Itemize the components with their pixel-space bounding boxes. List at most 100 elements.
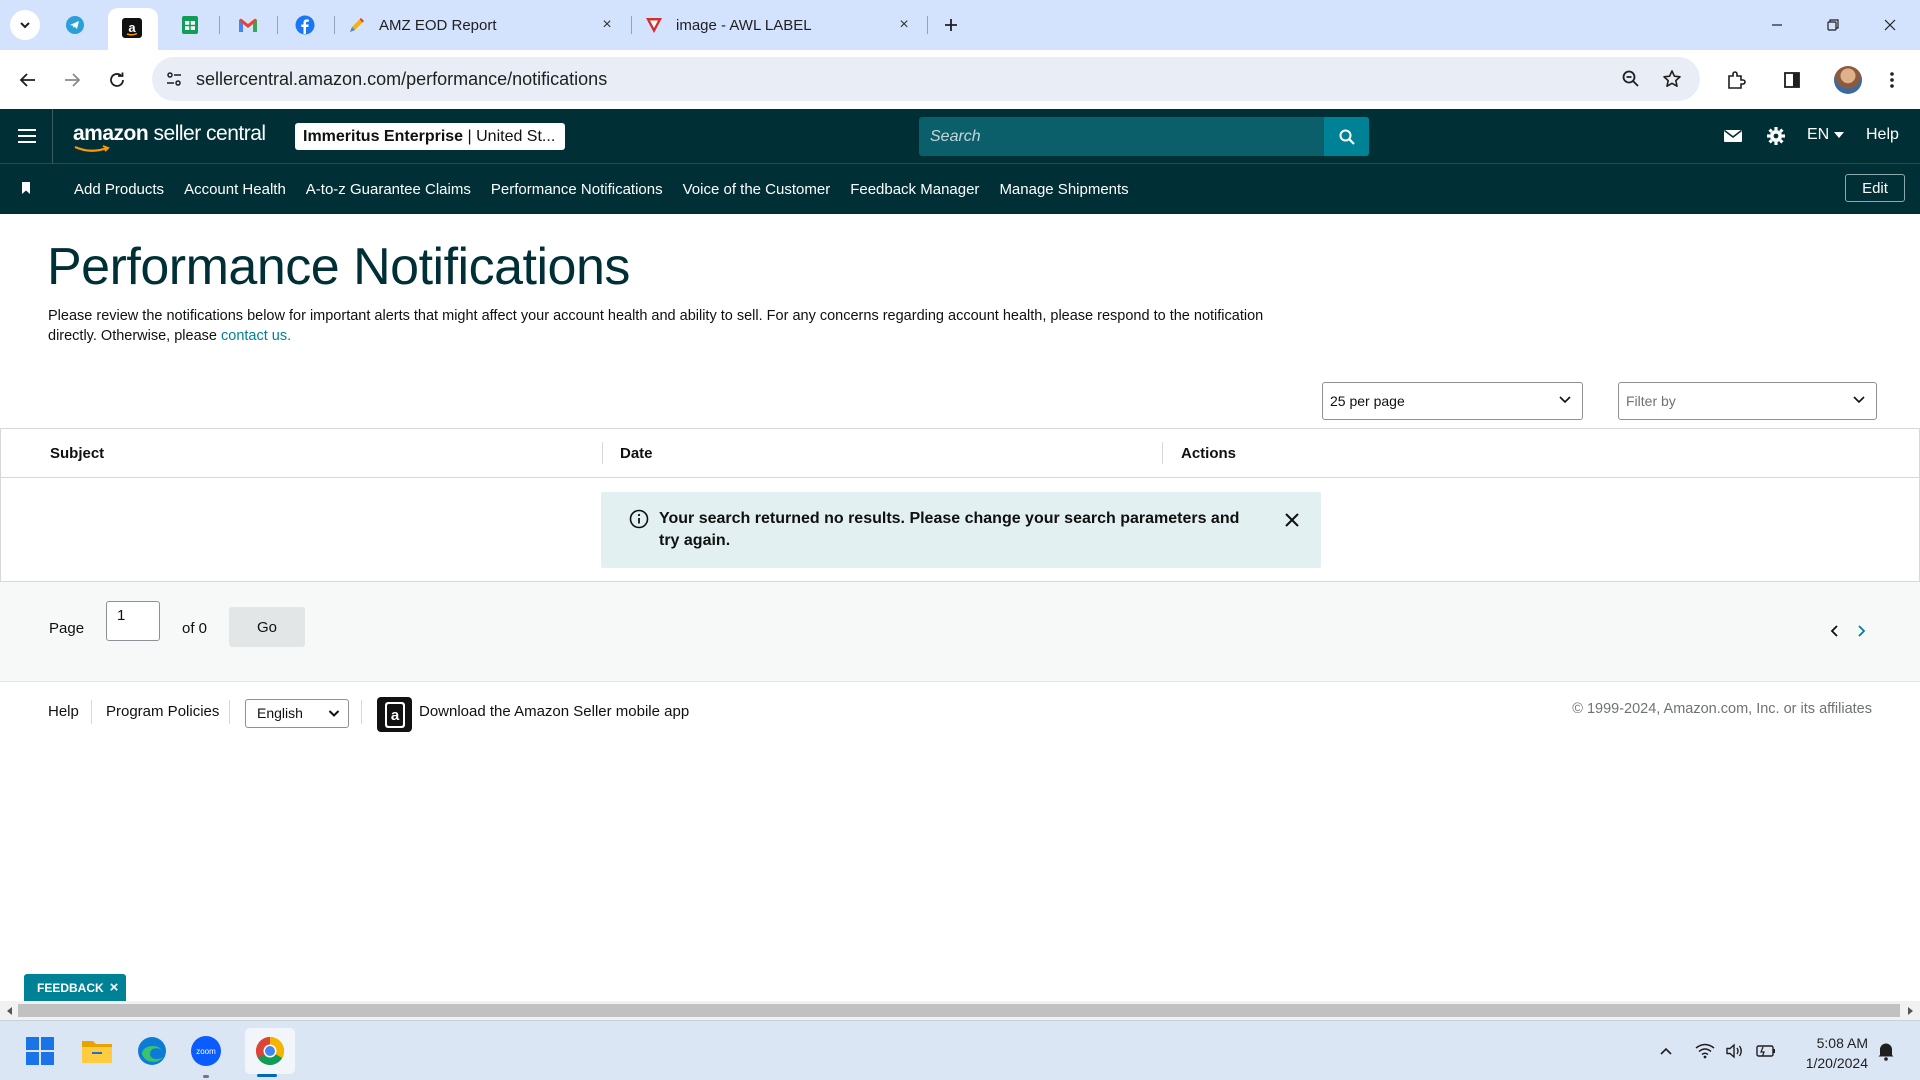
pinned-tab-sheets[interactable] (175, 10, 205, 40)
scroll-right-icon[interactable] (1904, 1005, 1916, 1017)
bookmark-icon[interactable] (20, 181, 32, 195)
scrollbar-thumb[interactable] (18, 1004, 1900, 1017)
seller-app-icon[interactable]: a (377, 697, 412, 732)
per-page-select[interactable]: 25 per page (1322, 382, 1583, 420)
minimize-button[interactable] (1762, 10, 1792, 40)
zoom-button[interactable]: zoom (186, 1031, 226, 1071)
browser-menu-button[interactable] (1876, 64, 1908, 96)
wifi-status[interactable] (1694, 1040, 1716, 1062)
pinned-tab-facebook[interactable] (290, 10, 320, 40)
notifications-button[interactable] (1875, 1040, 1897, 1062)
side-panel-icon (1784, 72, 1800, 88)
copyright-text: © 1999-2024, Amazon.com, Inc. or its aff… (1572, 701, 1872, 717)
close-icon[interactable]: × (894, 15, 914, 35)
search-input[interactable] (919, 117, 1323, 156)
page-title: Performance Notifications (47, 238, 630, 296)
nav-add-products[interactable]: Add Products (74, 181, 164, 198)
seller-central-header: amazon seller central Immeritus Enterpri… (0, 109, 1920, 163)
chrome-button[interactable] (250, 1031, 290, 1071)
address-bar[interactable]: sellercentral.amazon.com/performance/not… (152, 57, 1700, 101)
edge-button[interactable] (132, 1031, 172, 1071)
profile-avatar[interactable] (1834, 66, 1862, 94)
system-clock[interactable]: 5:08 AM 1/20/2024 (1790, 1033, 1868, 1073)
speaker-icon (1726, 1043, 1742, 1059)
chevron-down-icon (1559, 396, 1571, 404)
scroll-left-icon[interactable] (4, 1005, 16, 1017)
reload-button[interactable] (101, 64, 133, 96)
edit-nav-button[interactable]: Edit (1845, 174, 1905, 202)
nav-voice-of-customer[interactable]: Voice of the Customer (683, 181, 831, 198)
hamburger-menu-icon[interactable] (14, 123, 40, 149)
bookmark-star-icon[interactable] (1660, 67, 1684, 91)
column-actions: Actions (1181, 445, 1237, 462)
show-hidden-icons-button[interactable] (1655, 1040, 1677, 1062)
help-link[interactable]: Help (1866, 126, 1899, 144)
file-explorer-icon (82, 1041, 112, 1063)
close-icon[interactable]: × (597, 15, 617, 35)
tab-awl-label[interactable]: image - AWL LABEL × (644, 8, 914, 42)
dismiss-alert-button[interactable] (1281, 509, 1303, 531)
nav-account-health[interactable]: Account Health (184, 181, 286, 198)
pinned-tab-telegram[interactable] (60, 10, 90, 40)
chevron-left-icon (1830, 625, 1838, 637)
pinned-tab-gmail[interactable] (233, 10, 263, 40)
settings-button[interactable] (1763, 123, 1789, 149)
page-number-input[interactable] (106, 601, 160, 641)
windows-start-icon (26, 1037, 54, 1065)
volume-control[interactable] (1724, 1040, 1746, 1062)
start-button[interactable] (20, 1031, 60, 1071)
tab-title: AMZ EOD Report (379, 16, 497, 34)
column-divider (1162, 442, 1163, 464)
zoom-magnifier-icon[interactable] (1619, 67, 1643, 91)
info-icon (629, 509, 649, 529)
restore-button[interactable] (1818, 10, 1848, 40)
seller-central-logo[interactable]: amazon seller central (73, 122, 266, 146)
footer-divider (229, 700, 230, 724)
pinned-tab-amazon[interactable]: a (108, 8, 158, 50)
program-policies-link[interactable]: Program Policies (106, 703, 219, 720)
account-switcher[interactable]: Immeritus Enterprise | United St... (295, 123, 565, 150)
new-tab-button[interactable] (938, 12, 964, 38)
search-button[interactable] (1324, 117, 1369, 156)
feedback-tab[interactable]: FEEDBACK × (24, 974, 127, 1001)
next-page-button[interactable] (1852, 622, 1870, 640)
zoom-label: zoom (196, 1047, 216, 1056)
close-icon (1884, 19, 1896, 31)
pagination-bar: Page of 0 Go (0, 582, 1920, 682)
back-button[interactable] (12, 64, 44, 96)
column-subject[interactable]: Subject (50, 445, 104, 462)
nav-performance-notifications[interactable]: Performance Notifications (491, 181, 663, 198)
file-explorer-button[interactable] (77, 1031, 117, 1071)
nav-a-to-z-claims[interactable]: A-to-z Guarantee Claims (306, 181, 471, 198)
language-selector[interactable]: EN (1807, 126, 1845, 144)
horizontal-scrollbar[interactable] (0, 1001, 1920, 1020)
account-name: Immeritus Enterprise (303, 128, 464, 145)
messages-button[interactable] (1720, 123, 1746, 149)
tab-search-button[interactable] (10, 10, 40, 40)
column-date[interactable]: Date (620, 445, 653, 462)
page-footer: Help Program Policies English a Download… (0, 682, 1920, 742)
site-info-icon[interactable] (162, 67, 186, 91)
go-button[interactable]: Go (229, 607, 305, 647)
logo-amazon-text: amazon (73, 122, 149, 145)
gmail-icon (239, 18, 257, 32)
per-page-value: 25 per page (1330, 393, 1405, 409)
close-window-button[interactable] (1875, 10, 1905, 40)
close-icon[interactable]: × (110, 979, 119, 996)
tab-amz-eod-report[interactable]: AMZ EOD Report × (347, 8, 617, 42)
puzzle-icon (1728, 71, 1746, 89)
forward-button[interactable] (56, 64, 88, 96)
footer-language-select[interactable]: English (245, 699, 349, 728)
previous-page-button[interactable] (1826, 622, 1844, 640)
download-app-link[interactable]: Download the Amazon Seller mobile app (419, 703, 689, 720)
url-text: sellercentral.amazon.com/performance/not… (196, 69, 608, 89)
nav-manage-shipments[interactable]: Manage Shipments (999, 181, 1128, 198)
nav-feedback-manager[interactable]: Feedback Manager (850, 181, 979, 198)
footer-help-link[interactable]: Help (48, 703, 79, 720)
contact-us-link[interactable]: contact us. (221, 328, 291, 344)
tab-separator (631, 16, 632, 34)
extensions-button[interactable] (1720, 64, 1752, 96)
battery-status[interactable] (1755, 1040, 1777, 1062)
filter-select[interactable]: Filter by (1618, 382, 1877, 420)
side-panel-button[interactable] (1776, 64, 1808, 96)
